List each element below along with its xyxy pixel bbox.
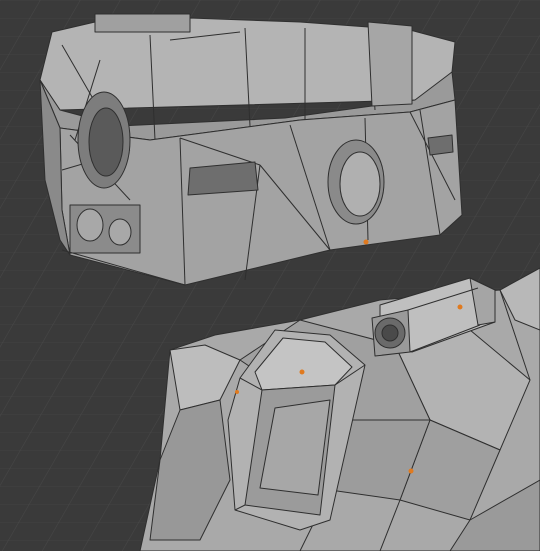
origin-dot[interactable] <box>299 369 305 375</box>
origin-dot[interactable] <box>457 304 463 310</box>
3d-viewport[interactable] <box>0 0 540 551</box>
origin-dot[interactable] <box>235 390 239 394</box>
origin-dot[interactable] <box>408 468 414 474</box>
origin-dot[interactable] <box>363 239 369 245</box>
viewport-canvas[interactable] <box>0 0 540 551</box>
